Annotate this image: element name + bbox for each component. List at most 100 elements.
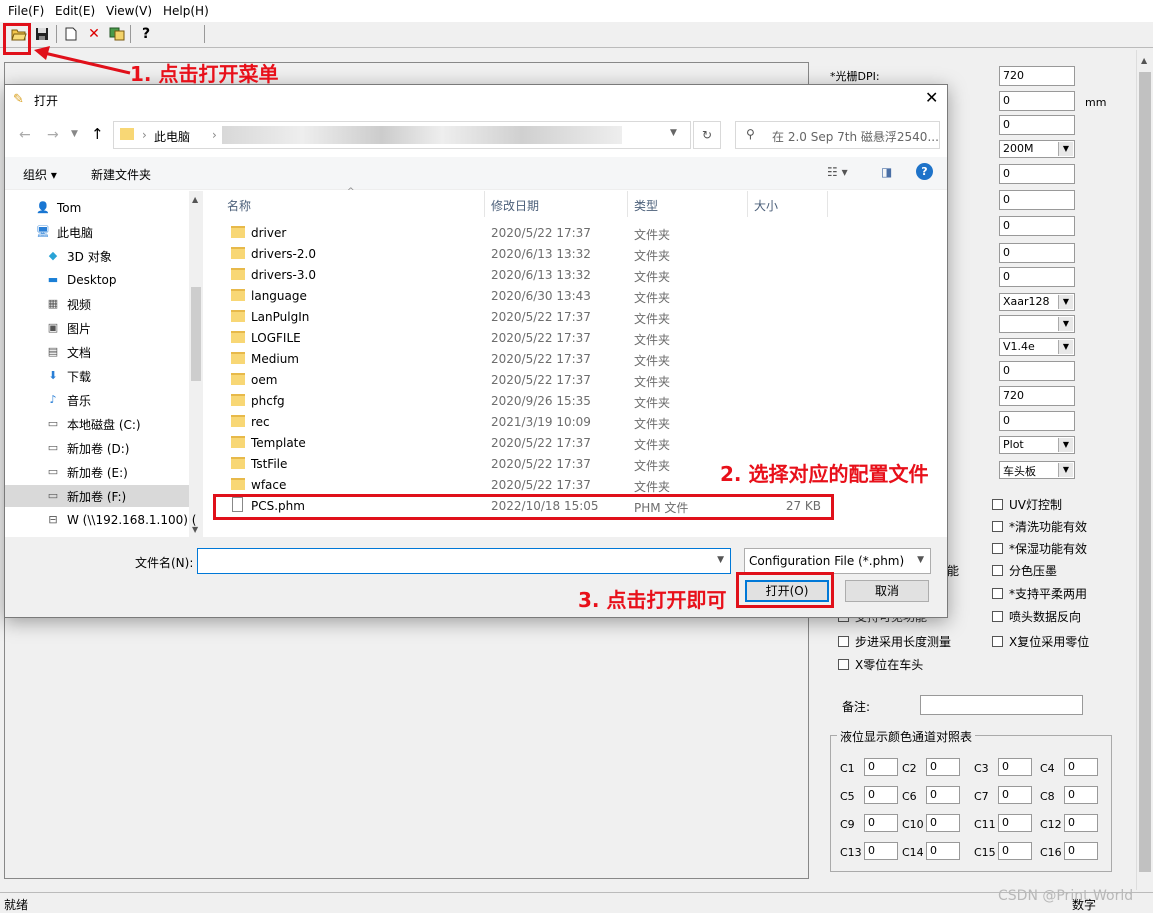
- setting-input-7[interactable]: 0: [999, 243, 1075, 263]
- board-select[interactable]: 车头板 ▼: [999, 461, 1075, 479]
- channel-input[interactable]: 0: [1064, 814, 1098, 832]
- channel-input[interactable]: 0: [1064, 786, 1098, 804]
- scroll-up-icon[interactable]: ▲: [192, 195, 198, 204]
- setting-input-10[interactable]: 720: [999, 386, 1075, 406]
- nav-item[interactable]: ▤ 文档: [45, 341, 91, 363]
- checkbox-cleaning[interactable]: *清洗功能有效: [992, 518, 1087, 535]
- recent-chevron-icon[interactable]: ▼: [71, 129, 78, 139]
- channel-input[interactable]: 0: [926, 786, 960, 804]
- checkbox-uv-lamp[interactable]: UV灯控制: [992, 496, 1062, 513]
- nav-scrollbar[interactable]: ▲ ▼: [189, 191, 203, 537]
- folder-row[interactable]: driver 2020/5/22 17:37 文件夹: [217, 223, 947, 244]
- remark-input[interactable]: [920, 695, 1083, 715]
- folder-row[interactable]: Medium 2020/5/22 17:37 文件夹: [217, 349, 947, 370]
- nav-item[interactable]: ▭ 新加卷 (E:): [45, 461, 128, 483]
- nav-item[interactable]: ▭ 本地磁盘 (C:): [45, 413, 141, 435]
- column-date[interactable]: 修改日期: [491, 197, 539, 214]
- setting-input-2[interactable]: 0: [999, 91, 1075, 111]
- checkbox-reverse-data[interactable]: 喷头数据反向: [992, 608, 1081, 625]
- blank-select[interactable]: ▼: [999, 315, 1075, 333]
- view-options-icon[interactable]: ☷ ▾: [827, 165, 848, 179]
- folder-row[interactable]: rec 2021/3/19 10:09 文件夹: [217, 412, 947, 433]
- printhead-select[interactable]: Xaar128 ▼: [999, 293, 1075, 311]
- speed-select[interactable]: 200M ▼: [999, 140, 1075, 158]
- channel-input[interactable]: 0: [926, 842, 960, 860]
- scroll-thumb[interactable]: [191, 287, 201, 381]
- column-type[interactable]: 类型: [634, 197, 658, 214]
- nav-item[interactable]: ⊟ W (\\192.168.1.100) (: [45, 509, 196, 531]
- file-type-select[interactable]: Configuration File (*.phm) ▼: [744, 548, 931, 574]
- setting-input-5[interactable]: 0: [999, 190, 1075, 210]
- new-folder-button[interactable]: 新建文件夹: [91, 166, 151, 183]
- back-icon[interactable]: ←: [19, 127, 31, 143]
- setting-input-3[interactable]: 0: [999, 115, 1075, 135]
- folder-row[interactable]: drivers-3.0 2020/6/13 13:32 文件夹: [217, 265, 947, 286]
- version-select[interactable]: V1.4e ▼: [999, 338, 1075, 356]
- channel-input[interactable]: 0: [1064, 842, 1098, 860]
- nav-item[interactable]: ▭ 新加卷 (F:): [5, 485, 189, 507]
- menu-file[interactable]: File(F): [8, 4, 44, 18]
- channel-input[interactable]: 0: [864, 786, 898, 804]
- forward-icon[interactable]: →: [47, 127, 59, 143]
- channel-input[interactable]: 0: [864, 842, 898, 860]
- scroll-up-icon[interactable]: ▲: [1141, 56, 1147, 65]
- scroll-thumb[interactable]: [1139, 72, 1151, 872]
- menu-view[interactable]: View(V): [106, 4, 152, 18]
- setting-input-9[interactable]: 0: [999, 361, 1075, 381]
- breadcrumb[interactable]: 此电脑: [154, 128, 190, 145]
- folder-row[interactable]: LOGFILE 2020/5/22 17:37 文件夹: [217, 328, 947, 349]
- checkbox-flat-soft[interactable]: *支持平柔两用: [992, 585, 1087, 602]
- nav-item[interactable]: ▭ 新加卷 (D:): [45, 437, 130, 459]
- setting-input-11[interactable]: 0: [999, 411, 1075, 431]
- checkbox-x-zero-head[interactable]: X零位在车头: [838, 656, 923, 673]
- setting-input-6[interactable]: 0: [999, 216, 1075, 236]
- cancel-button[interactable]: 取消: [845, 580, 929, 602]
- dpi-input[interactable]: 720: [999, 66, 1075, 86]
- setting-input-4[interactable]: 0: [999, 164, 1075, 184]
- address-dropdown-icon[interactable]: ▼: [670, 128, 677, 138]
- help-icon[interactable]: ?: [916, 163, 933, 180]
- channel-input[interactable]: 0: [998, 814, 1032, 832]
- menu-edit[interactable]: Edit(E): [55, 4, 95, 18]
- folder-row[interactable]: LanPulgIn 2020/5/22 17:37 文件夹: [217, 307, 947, 328]
- column-name[interactable]: 名称: [227, 197, 251, 214]
- filename-dropdown-icon[interactable]: ▼: [717, 555, 724, 565]
- refresh-icon[interactable]: ↻: [693, 121, 721, 149]
- organize-button[interactable]: 组织 ▾: [23, 166, 57, 183]
- vertical-scrollbar[interactable]: ▲: [1136, 50, 1153, 890]
- channel-input[interactable]: 0: [864, 758, 898, 776]
- filename-input[interactable]: ▼: [197, 548, 731, 574]
- nav-item[interactable]: ▣ 图片: [45, 317, 91, 339]
- nav-item[interactable]: ▬ Desktop: [45, 269, 117, 291]
- setting-input-8[interactable]: 0: [999, 267, 1075, 287]
- nav-item[interactable]: ◆ 3D 对象: [45, 245, 112, 267]
- nav-item[interactable]: 🖥 此电脑: [35, 221, 93, 243]
- folder-row[interactable]: language 2020/6/30 13:43 文件夹: [217, 286, 947, 307]
- column-size[interactable]: 大小: [754, 197, 778, 214]
- folder-row[interactable]: phcfg 2020/9/26 15:35 文件夹: [217, 391, 947, 412]
- close-icon[interactable]: ✕: [925, 88, 938, 107]
- mode-select[interactable]: Plot ▼: [999, 436, 1075, 454]
- checkbox-step-length[interactable]: 步进采用长度测量: [838, 633, 951, 650]
- folder-row[interactable]: Template 2020/5/22 17:37 文件夹: [217, 433, 947, 454]
- channel-input[interactable]: 0: [998, 786, 1032, 804]
- up-icon[interactable]: ↑: [91, 125, 104, 143]
- menu-help[interactable]: Help(H): [163, 4, 209, 18]
- nav-item[interactable]: 👤 Tom: [35, 197, 81, 219]
- folder-row[interactable]: drivers-2.0 2020/6/13 13:32 文件夹: [217, 244, 947, 265]
- channel-input[interactable]: 0: [864, 814, 898, 832]
- nav-item[interactable]: ⬇ 下载: [45, 365, 91, 387]
- channel-input[interactable]: 0: [998, 842, 1032, 860]
- channel-input[interactable]: 0: [926, 758, 960, 776]
- channel-input[interactable]: 0: [998, 758, 1032, 776]
- folder-row[interactable]: oem 2020/5/22 17:37 文件夹: [217, 370, 947, 391]
- channel-input[interactable]: 0: [1064, 758, 1098, 776]
- preview-pane-icon[interactable]: ◨: [881, 165, 892, 179]
- checkbox-color-press[interactable]: 分色压墨: [992, 562, 1057, 579]
- search-input[interactable]: ⚲ 在 2.0 Sep 7th 磁悬浮2540...: [735, 121, 940, 149]
- address-bar[interactable]: › 此电脑 › ▼: [113, 121, 691, 149]
- channel-input[interactable]: 0: [926, 814, 960, 832]
- nav-item[interactable]: ▦ 视频: [45, 293, 91, 315]
- checkbox-x-zero-reset[interactable]: X复位采用零位: [992, 633, 1089, 650]
- nav-item[interactable]: ♪ 音乐: [45, 389, 91, 411]
